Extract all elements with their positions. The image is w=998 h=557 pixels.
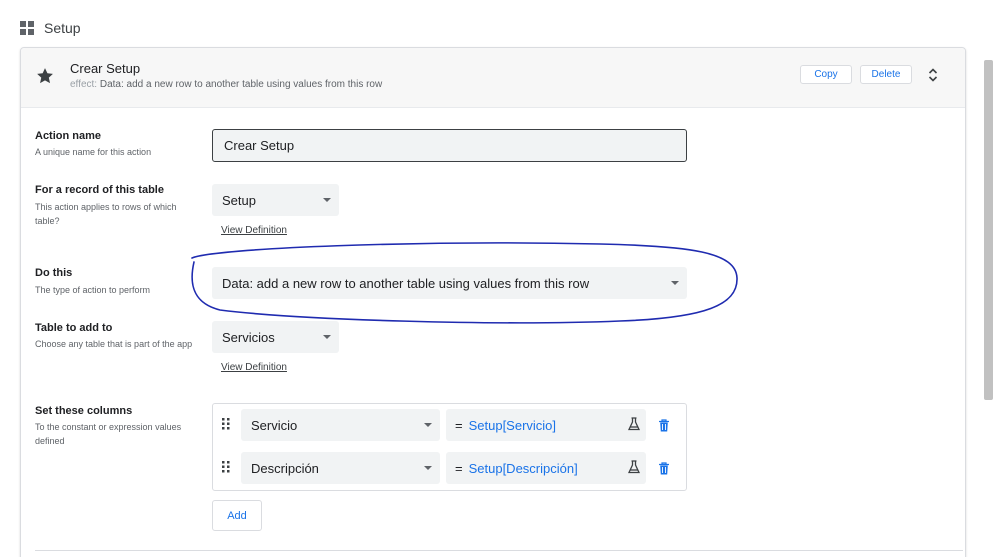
table-to-add-select[interactable]: Servicios <box>212 321 339 353</box>
do-this-select[interactable]: Data: add a new row to another table usi… <box>212 267 687 299</box>
set-columns-label: Set these columns <box>35 405 133 417</box>
action-name-label: Action name <box>35 130 102 142</box>
do-this-select-value: Data: add a new row to another table usi… <box>222 275 590 291</box>
trash-icon[interactable] <box>658 419 670 432</box>
view-definition-link[interactable]: View Definition <box>221 225 287 236</box>
table-to-add-hint: Choose any table that is part of the app <box>35 339 193 349</box>
drag-handle-icon[interactable] <box>222 418 230 430</box>
table-hint: This action applies to rows of which tab… <box>35 202 177 226</box>
trash-icon[interactable] <box>658 462 670 475</box>
delete-button[interactable]: Delete <box>860 65 912 84</box>
chevron-down-icon <box>671 281 679 285</box>
action-effect: effect: Data: add a new row to another t… <box>70 79 382 90</box>
columns-list: Servicio = Setup[Servicio] Descripción =… <box>212 403 687 491</box>
action-name-input[interactable]: Crear Setup <box>212 129 687 162</box>
action-card: Crear Setup effect: Data: add a new row … <box>20 47 966 557</box>
drag-handle-icon[interactable] <box>222 461 230 473</box>
action-title: Crear Setup <box>70 61 141 76</box>
table-label: For a record of this table <box>35 184 164 196</box>
expression-input[interactable]: = Setup[Descripción] <box>446 452 646 484</box>
grid-icon <box>20 21 34 35</box>
column-select[interactable]: Descripción <box>241 452 440 484</box>
expand-icon[interactable] <box>927 67 939 83</box>
do-this-hint: The type of action to perform <box>35 285 151 295</box>
page-title: Setup <box>44 20 81 36</box>
flask-icon[interactable] <box>628 417 640 431</box>
table-to-add-label: Table to add to <box>35 322 113 334</box>
add-column-button[interactable]: Add <box>212 500 262 531</box>
copy-button[interactable]: Copy <box>800 65 852 84</box>
chevron-down-icon <box>424 466 432 470</box>
expression-value: Setup[Descripción] <box>468 460 578 476</box>
flask-icon[interactable] <box>628 460 640 474</box>
top-bar: Setup <box>20 18 81 38</box>
effect-key: effect: <box>70 79 98 90</box>
chevron-down-icon <box>323 198 331 202</box>
column-select[interactable]: Servicio <box>241 409 440 441</box>
column-select-value: Servicio <box>251 417 298 433</box>
action-name-hint: A unique name for this action <box>35 147 152 157</box>
scrollbar[interactable] <box>984 60 993 400</box>
divider <box>35 550 963 551</box>
table-select-value: Setup <box>222 192 256 208</box>
table-to-add-select-value: Servicios <box>222 329 275 345</box>
set-columns-hint: To the constant or expression values def… <box>35 422 182 446</box>
view-definition-link-2[interactable]: View Definition <box>221 362 287 373</box>
equals-sign: = <box>455 417 463 433</box>
effect-value: Data: add a new row to another table usi… <box>99 79 383 90</box>
equals-sign: = <box>455 460 463 476</box>
column-select-value: Descripción <box>251 460 319 476</box>
star-icon <box>37 68 53 84</box>
chevron-down-icon <box>424 423 432 427</box>
expression-input[interactable]: = Setup[Servicio] <box>446 409 646 441</box>
expression-value: Setup[Servicio] <box>468 417 557 433</box>
chevron-down-icon <box>323 335 331 339</box>
card-header[interactable]: Crear Setup effect: Data: add a new row … <box>21 48 965 108</box>
table-select[interactable]: Setup <box>212 184 339 216</box>
do-this-label: Do this <box>35 267 73 279</box>
